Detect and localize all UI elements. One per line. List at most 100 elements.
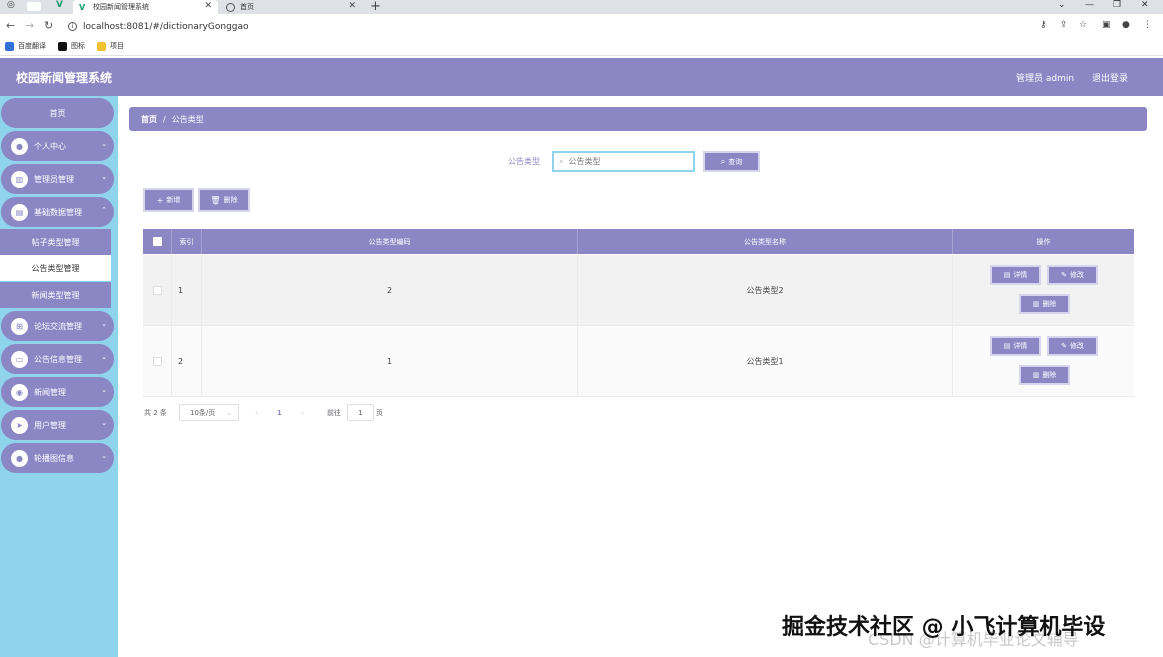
sidebar-item-forum[interactable]: ⊞ 论坛交流管理 ⌄ xyxy=(1,311,114,341)
add-button-label: 新增 xyxy=(166,196,181,204)
app-title: 校园新闻管理系统 xyxy=(16,71,113,85)
search-field[interactable]: ⌕ xyxy=(552,151,695,172)
minimize-icon[interactable]: — xyxy=(1085,0,1094,10)
bulk-delete-button[interactable]: 🗑 删除 xyxy=(198,188,250,212)
bookmark-label: 项目 xyxy=(110,42,124,50)
close-icon[interactable]: ✕ xyxy=(348,1,356,11)
name-cell: 公告类型2 xyxy=(578,255,953,326)
ticket-icon: ▭ xyxy=(11,350,28,368)
document-icon: ▤ xyxy=(1003,271,1011,279)
key-icon[interactable]: ⚷ xyxy=(1040,20,1047,30)
sidebar-item-news[interactable]: ◉ 新闻管理 ⌄ xyxy=(1,377,114,407)
folder-icon xyxy=(97,41,106,51)
delete-button[interactable]: ▥ 删除 xyxy=(1019,294,1070,314)
search-input[interactable] xyxy=(568,157,669,166)
browser-tab-bar: ◎ V V 校园新闻管理系统 ✕ 首页 ✕ + ⌄ — ❐ ✕ xyxy=(0,0,1163,14)
search-icon: ⌕ xyxy=(720,156,726,166)
back-icon[interactable]: ← xyxy=(6,19,15,32)
reload-icon[interactable]: ↻ xyxy=(44,19,53,32)
bookmark-project[interactable]: 项目 xyxy=(97,41,124,51)
sidebar-item-carousel[interactable]: ● 轮播图信息 ⌄ xyxy=(1,443,114,473)
close-window-icon[interactable]: ✕ xyxy=(1141,0,1149,10)
query-button[interactable]: ⌕ 查询 xyxy=(703,151,760,172)
edit-button[interactable]: ✎ 修改 xyxy=(1047,265,1098,285)
page-size-select[interactable]: 10条/页 ⌄ xyxy=(179,404,239,421)
address-bar: ← → ↻ i localhost:8081/#/dictionaryGongg… xyxy=(0,14,1163,38)
bookmark-label: 百度翻译 xyxy=(18,42,46,50)
trash-icon: ▥ xyxy=(1032,371,1040,379)
chevron-down-icon: ⌄ xyxy=(101,419,107,427)
pinned-tab[interactable] xyxy=(27,2,41,11)
detail-button[interactable]: ▤ 详情 xyxy=(990,265,1041,285)
document-icon: ▤ xyxy=(1003,342,1011,350)
share-icon[interactable]: ⇪ xyxy=(1060,20,1068,30)
url-field[interactable]: i localhost:8081/#/dictionaryGonggao xyxy=(66,18,1036,35)
add-button[interactable]: + 新增 xyxy=(143,188,194,212)
sidepanel-icon[interactable]: ▣ xyxy=(1102,20,1111,30)
bookmark-baidu-translate[interactable]: 百度翻译 xyxy=(5,41,46,51)
translate-icon xyxy=(5,41,14,51)
sidebar-item-admin[interactable]: ▥ 管理员管理 ⌄ xyxy=(1,164,114,194)
app-header: 校园新闻管理系统 管理员 admin 退出登录 xyxy=(0,58,1163,96)
location-icon: ◉ xyxy=(11,383,28,401)
info-icon[interactable]: i xyxy=(68,22,77,31)
star-icon[interactable]: ☆ xyxy=(1079,20,1087,30)
chevron-down-icon: ⌄ xyxy=(101,386,107,394)
sidebar-item-base-data[interactable]: ▤ 基础数据管理 ⌃ xyxy=(1,197,114,227)
profile-icon[interactable]: ● xyxy=(1122,20,1130,30)
page-number-current[interactable]: 1 xyxy=(277,404,282,421)
new-tab-button[interactable]: + xyxy=(370,0,381,14)
search-icon: ⌕ xyxy=(559,156,564,166)
column-header: 索引 xyxy=(172,229,202,254)
forward-icon[interactable]: → xyxy=(25,19,34,32)
grid-icon: ⊞ xyxy=(11,317,28,335)
sidebar-subitem-news-type[interactable]: 新闻类型管理 xyxy=(0,282,111,308)
chevron-down-icon: ⌄ xyxy=(101,140,107,148)
detail-label: 详情 xyxy=(1013,271,1028,279)
sidebar-item-users[interactable]: ➤ 用户管理 ⌄ xyxy=(1,410,114,440)
sidebar-subitem-post-type[interactable]: 帖子类型管理 xyxy=(0,229,111,255)
tab-home[interactable]: 首页 ✕ xyxy=(220,0,362,14)
edit-button[interactable]: ✎ 修改 xyxy=(1047,336,1098,356)
table-row: 2 1 公告类型1 ▤ 详情 ✎ 修改 ▥ 删除 xyxy=(143,326,1134,397)
logout-link[interactable]: 退出登录 xyxy=(1092,71,1128,84)
chevron-up-icon: ⌃ xyxy=(101,206,107,214)
actions-cell: ▤ 详情 ✎ 修改 ▥ 删除 xyxy=(953,326,1134,397)
menu-icon[interactable]: ⋮ xyxy=(1143,20,1152,30)
chevron-down-icon[interactable]: ⌄ xyxy=(1058,0,1066,10)
prev-page-icon[interactable]: ‹ xyxy=(255,404,258,421)
index-cell: 2 xyxy=(172,326,202,397)
book-icon: ▥ xyxy=(11,170,28,188)
detail-button[interactable]: ▤ 详情 xyxy=(990,336,1041,356)
delete-button[interactable]: ▥ 删除 xyxy=(1019,365,1070,385)
row-checkbox[interactable] xyxy=(152,286,162,295)
vue-icon[interactable]: V xyxy=(56,0,63,10)
sidebar-item-label: 公告信息管理 xyxy=(34,354,82,364)
row-checkbox[interactable] xyxy=(152,357,162,366)
table-row: 1 2 公告类型2 ▤ 详情 ✎ 修改 ▥ 删除 xyxy=(143,255,1134,326)
chrome-icon[interactable]: ◎ xyxy=(7,0,15,10)
next-page-icon[interactable]: › xyxy=(301,404,304,421)
breadcrumb-home[interactable]: 首页 xyxy=(141,114,157,125)
bookmark-label: 图标 xyxy=(71,42,85,50)
chevron-down-icon: ⌄ xyxy=(101,320,107,328)
sidebar-item-home[interactable]: 首页 xyxy=(1,98,114,128)
select-all-checkbox[interactable] xyxy=(152,237,162,246)
row-select-cell xyxy=(143,326,172,397)
sidebar-item-label: 个人中心 xyxy=(34,141,66,151)
sidebar-item-personal-center[interactable]: ● 个人中心 ⌄ xyxy=(1,131,114,161)
sidebar-item-notice[interactable]: ▭ 公告信息管理 ⌄ xyxy=(1,344,114,374)
bookmark-icons[interactable]: 图标 xyxy=(58,41,85,51)
sidebar-item-label: 用户管理 xyxy=(34,420,66,430)
close-icon[interactable]: ✕ xyxy=(204,1,212,11)
sidebar-item-label: 论坛交流管理 xyxy=(34,321,82,331)
tab-active[interactable]: V 校园新闻管理系统 ✕ xyxy=(73,0,218,14)
maximize-icon[interactable]: ❐ xyxy=(1113,0,1121,10)
person-icon: ● xyxy=(11,137,28,155)
edit-label: 修改 xyxy=(1069,271,1084,279)
goto-page-input[interactable]: 1 xyxy=(347,404,374,421)
sidebar-subitem-notice-type[interactable]: 公告类型管理 xyxy=(0,255,111,281)
tab-label: 校园新闻管理系统 xyxy=(93,3,149,11)
plus-icon: + xyxy=(156,195,164,205)
bulk-delete-label: 删除 xyxy=(223,196,238,204)
